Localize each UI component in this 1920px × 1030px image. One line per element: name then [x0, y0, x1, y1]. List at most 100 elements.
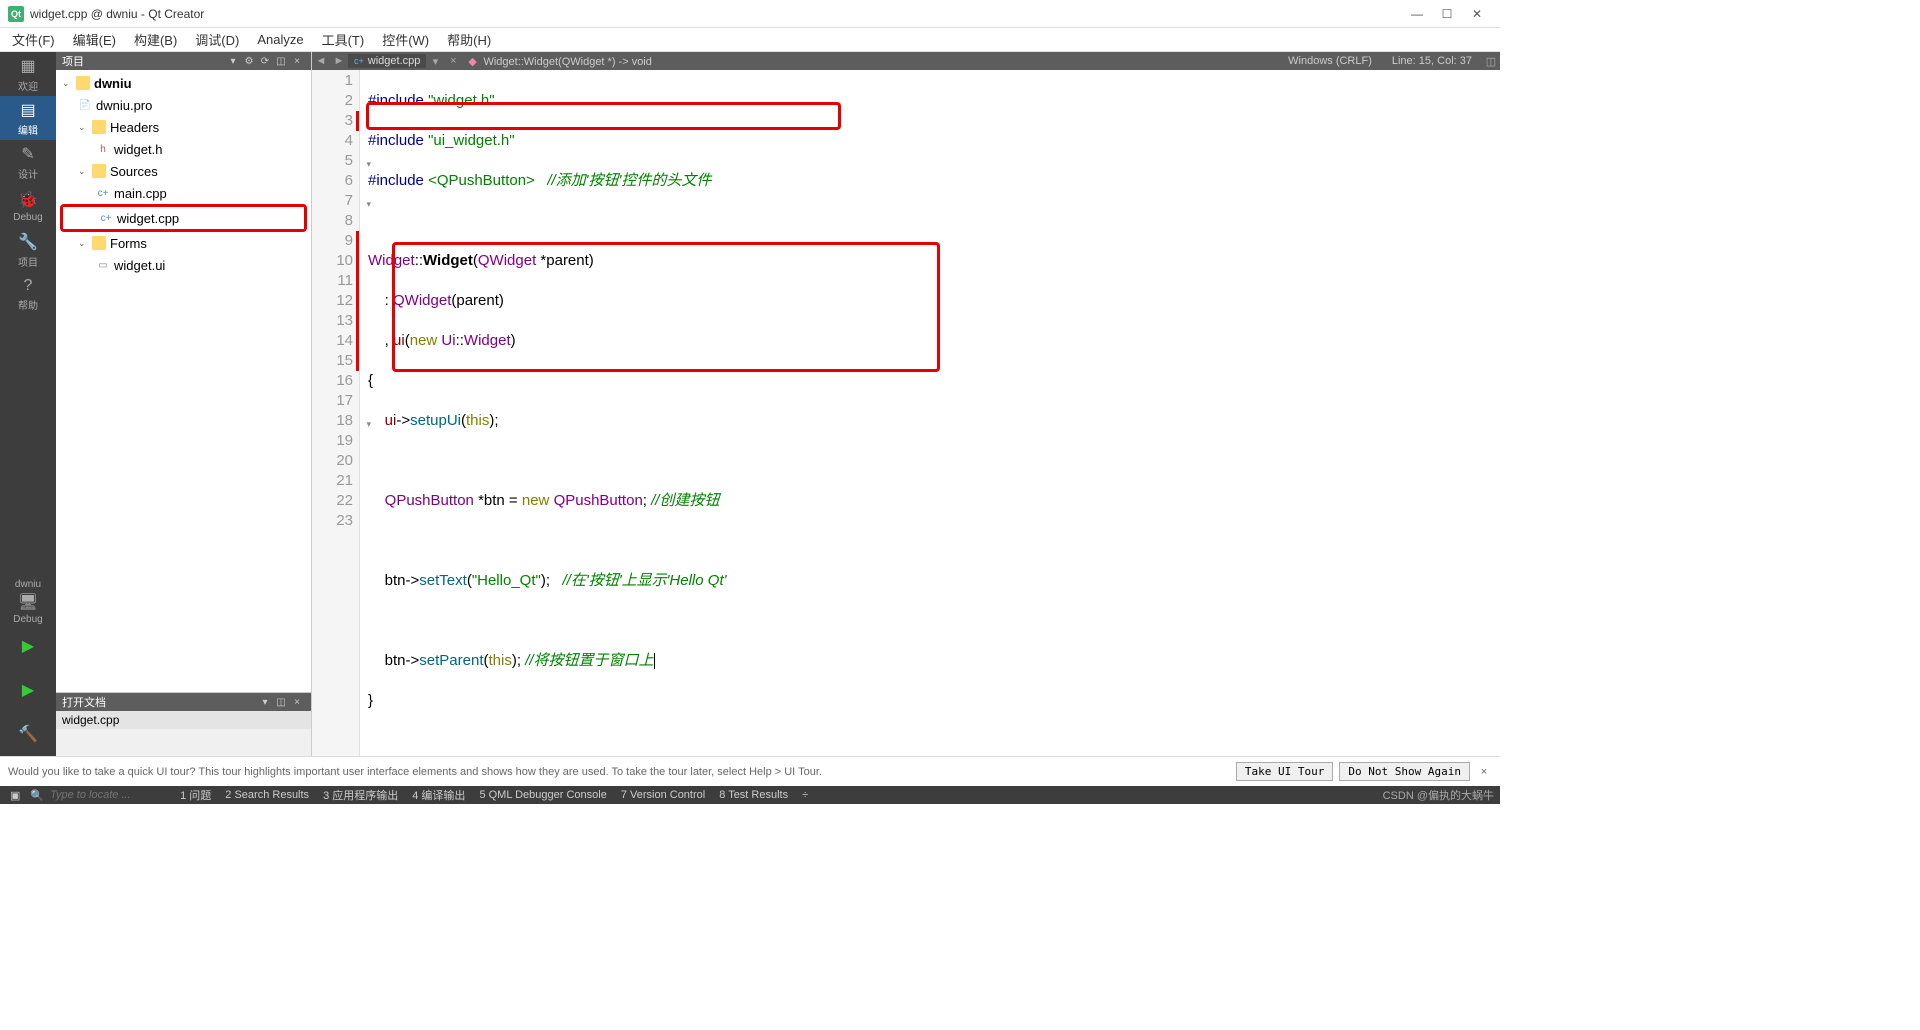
mode-help[interactable]: ?帮助	[0, 272, 56, 316]
menu-debug[interactable]: 调试(D)	[187, 28, 247, 51]
menubar: 文件(F) 编辑(E) 构建(B) 调试(D) Analyze 工具(T) 控件…	[0, 28, 1500, 52]
mode-projects[interactable]: 🔧项目	[0, 228, 56, 272]
ui-icon: ▭	[96, 258, 110, 272]
editor-tab[interactable]: c+widget.cpp	[348, 54, 426, 68]
close-panel-icon[interactable]: ×	[289, 56, 305, 67]
menu-help[interactable]: 帮助(H)	[439, 28, 499, 51]
tree-widget-ui[interactable]: ▭widget.ui	[56, 254, 311, 276]
code-editor[interactable]: 1234 5▾ 67▾ 891011 12131415 161718▾ 1920…	[312, 70, 1500, 756]
split-h-icon[interactable]: ◫	[1482, 55, 1500, 68]
dropdown-icon[interactable]: ▾	[257, 697, 273, 708]
text-cursor	[654, 653, 655, 669]
open-docs-list: widget.cpp	[56, 711, 311, 756]
cpp-icon: c+	[96, 186, 110, 200]
code-content[interactable]: #include "widget.h" #include "ui_widget.…	[360, 70, 1500, 756]
mode-design[interactable]: ✎设计	[0, 140, 56, 184]
tree-main-cpp[interactable]: c+main.cpp	[56, 182, 311, 204]
nav-fwd-button[interactable]: ►	[330, 55, 348, 67]
pencil-icon: ✎	[21, 144, 34, 164]
search-results-tab[interactable]: 2 Search Results	[221, 789, 313, 801]
open-documents-panel: 打开文档 ▾ ◫ × widget.cpp	[56, 692, 311, 756]
mode-bar: ▦欢迎 ▤编辑 ✎设计 🐞Debug 🔧项目 ?帮助 dwniu🖥Debug ▶…	[0, 52, 56, 756]
tree-forms[interactable]: ⌄Forms	[56, 232, 311, 254]
status-bar: ▣ 🔍 1 问题 2 Search Results 3 应用程序输出 4 编译输…	[0, 786, 1500, 804]
issues-tab[interactable]: 1 问题	[176, 787, 215, 803]
edit-icon: ▤	[20, 100, 35, 120]
menu-file[interactable]: 文件(F)	[4, 28, 63, 51]
close-panel-icon[interactable]: ×	[289, 697, 305, 708]
collapse-icon[interactable]: ⌄	[78, 122, 88, 133]
build-button[interactable]: 🔨	[0, 712, 56, 756]
dont-show-button[interactable]: Do Not Show Again	[1339, 762, 1470, 781]
mode-debug[interactable]: 🐞Debug	[0, 184, 56, 228]
close-button[interactable]: ✕	[1462, 4, 1492, 24]
tree-root[interactable]: ⌄dwniu	[56, 72, 311, 94]
menu-edit[interactable]: 编辑(E)	[65, 28, 124, 51]
collapse-icon[interactable]: ⌄	[78, 166, 88, 177]
qml-console-tab[interactable]: 5 QML Debugger Console	[475, 789, 610, 801]
open-doc-item[interactable]: widget.cpp	[56, 711, 311, 729]
tab-dropdown-icon[interactable]: ▾	[426, 55, 444, 68]
highlight-annotation: c+widget.cpp	[60, 204, 307, 232]
maximize-button[interactable]: ☐	[1432, 4, 1462, 24]
close-notification-icon[interactable]: ×	[1476, 766, 1492, 778]
split-icon[interactable]: ◫	[273, 697, 289, 708]
filter-icon[interactable]: ⚙	[241, 56, 257, 67]
cpp-icon: c+	[99, 211, 113, 225]
bug-icon: 🐞	[18, 190, 38, 210]
project-panel-header: 项目 ▾ ⚙ ⟳ ◫ ×	[56, 52, 311, 70]
editor-toolbar: ◄ ► c+widget.cpp ▾ × ◆ Widget::Widget(QW…	[312, 52, 1500, 70]
play-bug-icon: ▶	[22, 680, 34, 700]
project-tree: ⌄dwniu 📄dwniu.pro ⌄Headers hwidget.h ⌄So…	[56, 70, 311, 692]
split-icon[interactable]: ◫	[273, 56, 289, 67]
titlebar: Qt widget.cpp @ dwniu - Qt Creator — ☐ ✕	[0, 0, 1500, 28]
compile-output-tab[interactable]: 4 编译输出	[408, 787, 469, 803]
folder-icon	[92, 120, 106, 134]
app-output-tab[interactable]: 3 应用程序输出	[319, 787, 402, 803]
qt-logo-icon: Qt	[8, 6, 24, 22]
folder-icon	[92, 236, 106, 250]
tree-widget-h[interactable]: hwidget.h	[56, 138, 311, 160]
editor-area: ◄ ► c+widget.cpp ▾ × ◆ Widget::Widget(QW…	[312, 52, 1500, 756]
menu-tools[interactable]: 工具(T)	[314, 28, 373, 51]
menu-widgets[interactable]: 控件(W)	[374, 28, 437, 51]
menu-analyze[interactable]: Analyze	[249, 30, 311, 49]
dropdown-icon[interactable]: ▾	[225, 56, 241, 67]
line-ending-selector[interactable]: Windows (CRLF)	[1278, 55, 1382, 67]
monitor-icon: 🖥	[18, 592, 38, 612]
version-control-tab[interactable]: 7 Version Control	[617, 789, 709, 801]
take-tour-button[interactable]: Take UI Tour	[1236, 762, 1333, 781]
tree-headers[interactable]: ⌄Headers	[56, 116, 311, 138]
test-results-tab[interactable]: 8 Test Results	[715, 789, 792, 801]
tree-pro-file[interactable]: 📄dwniu.pro	[56, 94, 311, 116]
target-selector[interactable]: dwniu🖥Debug	[0, 580, 56, 624]
chevron-icon[interactable]: ÷	[798, 789, 812, 801]
mode-edit[interactable]: ▤编辑	[0, 96, 56, 140]
line-gutter: 1234 5▾ 67▾ 891011 12131415 161718▾ 1920…	[312, 70, 360, 756]
tour-notification: Would you like to take a quick UI tour? …	[0, 756, 1500, 786]
minimize-button[interactable]: —	[1402, 4, 1432, 24]
run-debug-button[interactable]: ▶	[0, 668, 56, 712]
symbol-breadcrumb[interactable]: ◆ Widget::Widget(QWidget *) -> void	[462, 55, 658, 68]
collapse-icon[interactable]: ⌄	[78, 238, 88, 249]
collapse-icon[interactable]: ⌄	[62, 78, 72, 89]
sync-icon[interactable]: ⟳	[257, 56, 273, 67]
tree-sources[interactable]: ⌄Sources	[56, 160, 311, 182]
tour-message: Would you like to take a quick UI tour? …	[8, 766, 1230, 778]
wrench-icon: 🔧	[18, 232, 38, 252]
run-button[interactable]: ▶	[0, 624, 56, 668]
open-docs-header: 打开文档 ▾ ◫ ×	[56, 693, 311, 711]
menu-build[interactable]: 构建(B)	[126, 28, 185, 51]
locator-input[interactable]	[50, 789, 170, 801]
pro-icon: 📄	[78, 98, 92, 112]
cursor-position[interactable]: Line: 15, Col: 37	[1382, 55, 1482, 67]
tree-widget-cpp[interactable]: c+widget.cpp	[63, 207, 304, 229]
tab-close-icon[interactable]: ×	[444, 55, 462, 67]
search-icon: 🔍	[30, 789, 44, 802]
grid-icon: ▦	[20, 56, 35, 76]
h-icon: h	[96, 142, 110, 156]
mode-welcome[interactable]: ▦欢迎	[0, 52, 56, 96]
output-toggle-icon[interactable]: ▣	[6, 789, 24, 802]
nav-back-button[interactable]: ◄	[312, 55, 330, 67]
play-icon: ▶	[22, 636, 34, 656]
